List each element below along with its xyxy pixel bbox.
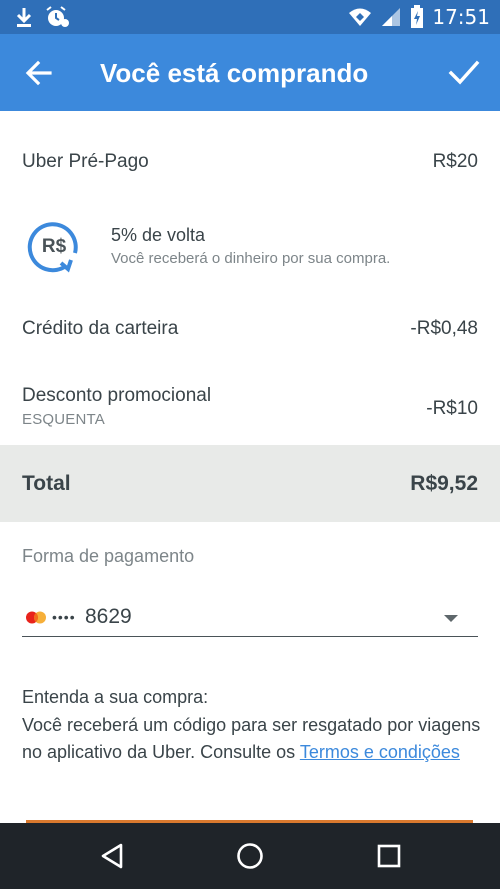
recents-square-icon <box>377 844 401 868</box>
cashback-icon: R$ <box>27 222 78 273</box>
nav-recents-button[interactable] <box>373 840 405 872</box>
signal-icon <box>382 8 401 26</box>
mastercard-icon <box>26 611 46 624</box>
promo-discount-value: -R$10 <box>426 398 478 419</box>
alarm-icon <box>46 6 69 27</box>
card-masked-dots: •••• <box>52 609 76 625</box>
check-icon <box>448 60 480 85</box>
status-right-icons: 17:51 <box>348 5 490 29</box>
arrow-back-icon <box>25 60 52 86</box>
card-last4: 8629 <box>85 605 132 628</box>
nav-back-button[interactable] <box>97 840 129 872</box>
total-row: Total R$9,52 <box>0 445 500 522</box>
wallet-credit-value: -R$0,48 <box>410 318 478 339</box>
promo-code: ESQUENTA <box>22 411 106 428</box>
purchase-info: Entenda a sua compra: Você receberá um c… <box>22 684 482 767</box>
home-circle-icon <box>237 843 263 869</box>
wifi-icon <box>349 8 372 26</box>
battery-charging-icon <box>411 5 424 28</box>
cashback-description: Você receberá o dinheiro por sua compra. <box>111 250 391 267</box>
item-value: R$20 <box>432 151 478 172</box>
back-button[interactable] <box>22 56 56 90</box>
status-left-icons <box>14 6 70 28</box>
system-nav-bar <box>0 823 500 889</box>
item-label: Uber Pré-Pago <box>22 151 149 172</box>
promo-discount-label: Desconto promocional <box>22 385 212 406</box>
status-time: 17:51 <box>432 5 490 29</box>
cashback-icon-text: R$ <box>42 236 67 257</box>
confirm-button[interactable] <box>446 54 482 90</box>
total-value: R$9,52 <box>410 472 478 495</box>
cashback-title: 5% de volta <box>111 225 206 245</box>
wallet-credit-label: Crédito da carteira <box>22 318 179 339</box>
chevron-down-icon[interactable] <box>444 615 458 622</box>
status-bar: 17:51 <box>0 0 500 34</box>
total-label: Total <box>22 472 71 495</box>
payment-method-select[interactable]: •••• 8629 <box>22 601 478 637</box>
payment-method-header: Forma de pagamento <box>22 546 195 566</box>
back-triangle-icon <box>101 843 123 869</box>
nav-home-button[interactable] <box>234 840 266 872</box>
download-icon <box>16 8 32 27</box>
terms-link[interactable]: Termos e condições <box>300 742 460 762</box>
info-heading: Entenda a sua compra: <box>22 687 209 707</box>
app-bar: Você está comprando <box>0 34 500 111</box>
page-title: Você está comprando <box>100 58 369 88</box>
